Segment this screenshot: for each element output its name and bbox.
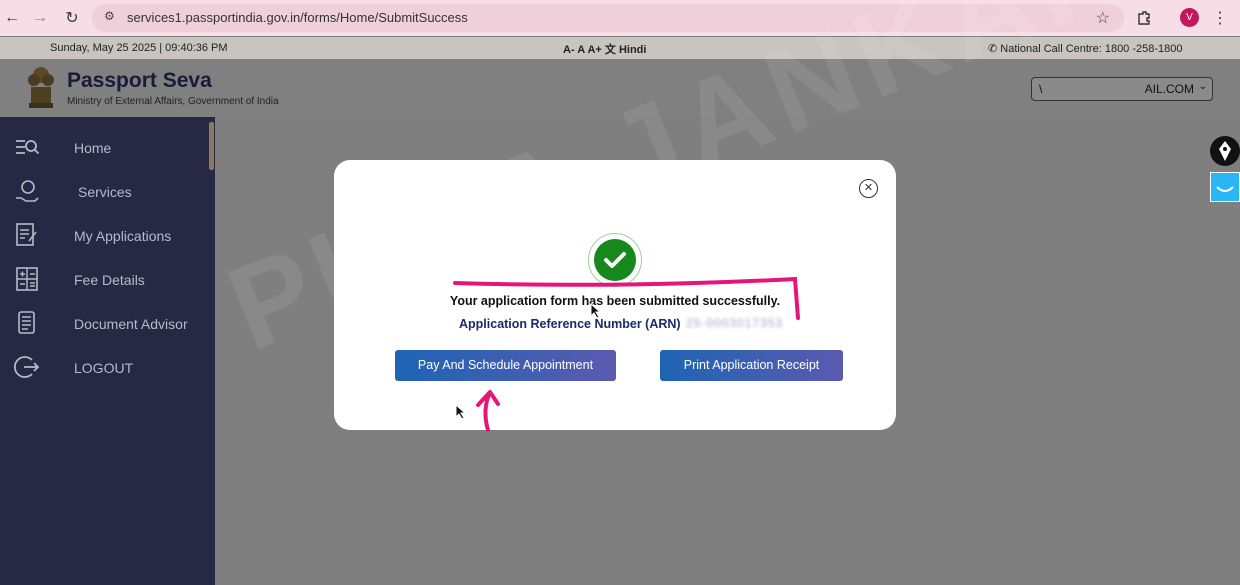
success-message: Your application form has been submitted…: [449, 294, 781, 308]
user-email-suffix: AIL.COM: [1144, 82, 1194, 96]
sidebar-item-logout[interactable]: LOGOUT: [0, 348, 215, 388]
site-settings-icon[interactable]: ⚙: [104, 9, 115, 23]
checkmark-icon: [594, 239, 636, 281]
date-time: Sunday, May 25 2025 | 09:40:36 PM: [50, 42, 228, 54]
user-email-prefix: \: [1039, 82, 1043, 96]
chevron-down-icon: ⌄: [1198, 81, 1207, 92]
accessibility-pen-icon[interactable]: [1210, 136, 1240, 166]
sidebar-scrollbar[interactable]: [209, 122, 214, 170]
arn-label: Application Reference Number (ARN): [459, 317, 681, 331]
sidebar-item-label: Home: [74, 140, 112, 156]
brand-title[interactable]: Passport Seva: [67, 69, 212, 93]
reload-icon[interactable]: ↻: [60, 6, 84, 30]
feedback-smile-icon[interactable]: [1210, 172, 1240, 202]
translate-icon[interactable]: 文: [605, 44, 616, 56]
sidebar-item-label: Services: [78, 184, 132, 200]
url-text[interactable]: services1.passportindia.gov.in/forms/Hom…: [127, 10, 468, 25]
sidebar-item-fee-details[interactable]: Fee Details: [0, 260, 215, 300]
font-size-controls[interactable]: A- A A+ 文 Hindi: [563, 41, 646, 57]
menu-kebab-icon[interactable]: ⋮: [1208, 6, 1232, 30]
sidebar-nav: Home Services My Applications Fee Detail…: [0, 117, 215, 585]
mouse-cursor-icon: [590, 303, 602, 319]
close-icon[interactable]: ✕: [859, 179, 878, 198]
logout-icon: [14, 356, 40, 378]
sidebar-item-my-applications[interactable]: My Applications: [0, 216, 215, 256]
applications-icon: [16, 223, 37, 246]
national-emblem-logo: [28, 67, 54, 108]
success-check-badge: [588, 233, 642, 287]
font-size-buttons[interactable]: A- A A+: [563, 44, 602, 56]
sidebar-item-label: My Applications: [74, 228, 172, 244]
success-dialog: ✕ Your application form has been submitt…: [334, 160, 896, 430]
arn-value: 25-0003017353: [686, 316, 784, 330]
forward-icon[interactable]: →: [28, 6, 52, 30]
user-account-dropdown[interactable]: \ AIL.COM ⌄: [1031, 77, 1213, 101]
print-receipt-button[interactable]: Print Application Receipt: [660, 350, 843, 381]
language-toggle[interactable]: Hindi: [619, 44, 647, 56]
services-icon: [16, 180, 39, 202]
brand-subtitle: Ministry of External Affairs, Government…: [67, 96, 279, 107]
back-icon[interactable]: ←: [0, 6, 24, 30]
sidebar-item-document-advisor[interactable]: Document Advisor: [0, 304, 215, 344]
mouse-cursor-icon: [455, 404, 467, 420]
home-menu-icon: [16, 140, 40, 155]
profile-avatar[interactable]: V: [1180, 8, 1199, 27]
sidebar-item-label: Fee Details: [74, 272, 145, 288]
pay-and-schedule-button[interactable]: Pay And Schedule Appointment: [395, 350, 616, 381]
sidebar-item-services[interactable]: Services: [0, 172, 215, 212]
document-icon: [18, 311, 35, 334]
sidebar-item-home[interactable]: Home: [0, 128, 215, 168]
sidebar-item-label: LOGOUT: [74, 360, 134, 376]
sidebar-item-label: Document Advisor: [74, 316, 188, 332]
calculator-icon: [16, 267, 38, 291]
